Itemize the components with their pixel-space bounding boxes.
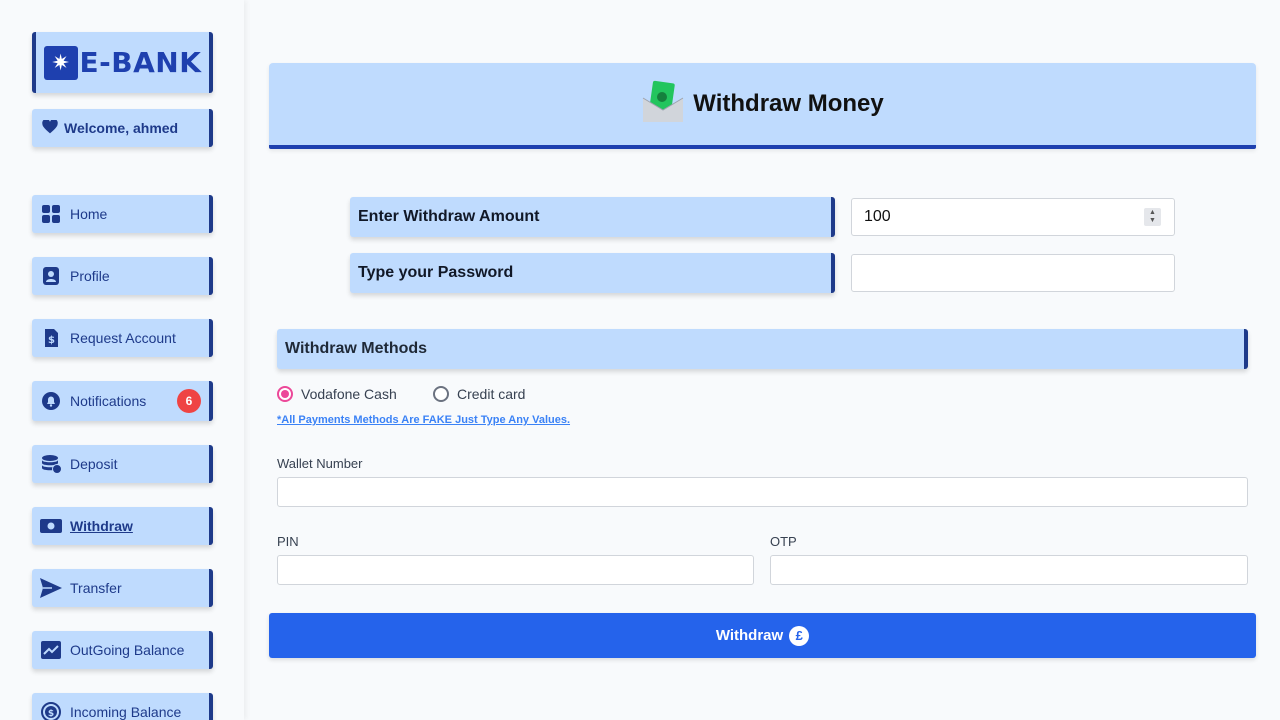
nav-label-deposit: Deposit [70,456,118,472]
page-header: Withdraw Money [269,63,1256,149]
document-dollar-icon: $ [40,327,62,349]
pin-label: PIN [277,534,299,549]
chart-line-icon [40,639,62,661]
brand-logo[interactable]: ✷ E-BANK [32,32,213,93]
bell-icon [40,390,62,412]
money-envelope-icon [641,80,685,129]
otp-label: OTP [770,534,797,549]
user-badge-icon [40,265,62,287]
pound-sign-icon: £ [789,625,810,646]
radio-button-unchecked[interactable] [433,386,449,402]
grid-icon [40,203,62,225]
svg-text:$: $ [48,709,54,719]
notification-count-badge: 6 [177,389,201,413]
nav-label-withdraw: Withdraw [70,518,133,534]
paper-plane-icon [40,577,62,599]
fake-payments-note[interactable]: *All Payments Methods Are FAKE Just Type… [277,414,570,426]
nav-label-notifications: Notifications [70,393,147,409]
password-input[interactable] [851,254,1175,292]
nav-item-incoming-balance[interactable]: $ Incoming Balance [32,693,213,720]
nav-label-request-account: Request Account [70,330,176,346]
nav-label-home: Home [70,206,108,222]
nav-item-notifications[interactable]: Notifications 6 [32,381,213,421]
radio-vodafone-cash[interactable]: Vodafone Cash [277,386,397,402]
dollar-circle-icon: $ [40,701,62,720]
radio-label-vodafone-cash: Vodafone Cash [301,386,397,402]
nav-item-outgoing-balance[interactable]: OutGoing Balance [32,631,213,669]
nav-item-withdraw[interactable]: Withdraw [32,507,213,545]
svg-text:$: $ [48,335,55,346]
nav-label-transfer: Transfer [70,580,122,596]
sidebar: ✷ E-BANK Welcome, ahmed Home Profile $ R… [0,0,244,720]
nav-label-profile: Profile [70,268,110,284]
welcome-text: Welcome, ahmed [64,120,179,136]
withdraw-methods-header: Withdraw Methods [277,329,1248,369]
nav-label-outgoing-balance: OutGoing Balance [70,642,185,658]
wallet-number-label: Wallet Number [277,456,363,471]
bank-logo-icon: ✷ [43,45,78,80]
nav-item-profile[interactable]: Profile [32,257,213,295]
amount-label: Enter Withdraw Amount [350,197,835,237]
money-bill-icon [40,515,62,537]
withdraw-button[interactable]: Withdraw £ [269,613,1256,658]
radio-credit-card[interactable]: Credit card [433,386,525,402]
withdraw-methods-title: Withdraw Methods [285,340,428,357]
password-label: Type your Password [350,253,835,293]
stepper-down-icon[interactable]: ▼ [1149,217,1156,225]
amount-stepper[interactable]: ▲ ▼ [1144,208,1161,226]
coins-icon [40,453,62,475]
welcome-card: Welcome, ahmed [32,109,213,147]
page-title: Withdraw Money [693,90,884,117]
nav-item-request-account[interactable]: $ Request Account [32,319,213,357]
amount-input[interactable] [851,198,1175,236]
withdraw-button-label: Withdraw [715,627,784,644]
radio-button-checked[interactable] [277,386,293,402]
brand-name: E-BANK [79,46,202,79]
wallet-number-input[interactable] [277,477,1248,507]
heart-icon [42,118,58,137]
nav-label-incoming-balance: Incoming Balance [70,704,182,720]
nav-item-deposit[interactable]: Deposit [32,445,213,483]
pin-input[interactable] [277,555,754,585]
otp-input[interactable] [770,555,1248,585]
radio-label-credit-card: Credit card [457,386,526,402]
nav-item-transfer[interactable]: Transfer [32,569,213,607]
nav-item-home[interactable]: Home [32,195,213,233]
stepper-up-icon[interactable]: ▲ [1149,209,1156,217]
